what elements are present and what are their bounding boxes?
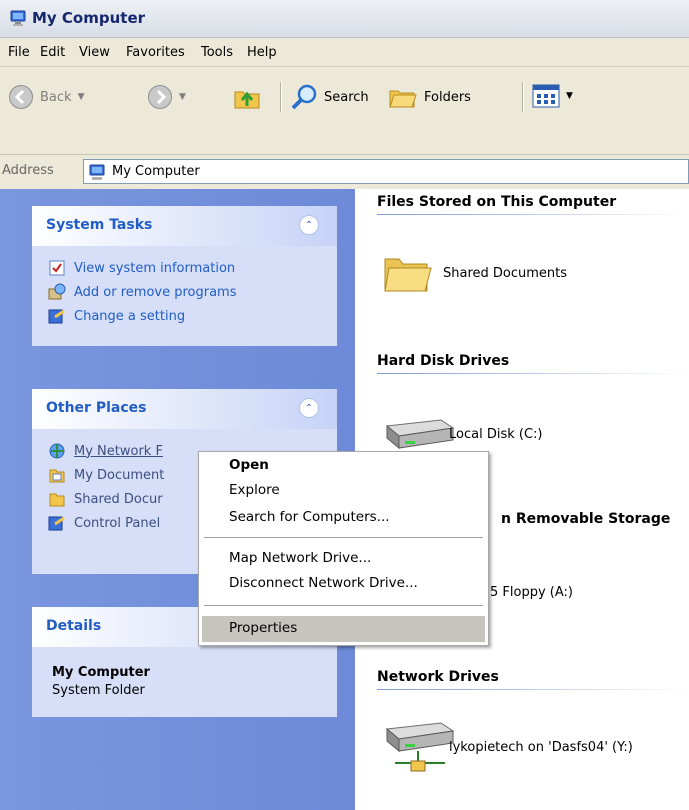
address-bar: Address My Computer: [0, 155, 689, 189]
ctx-disconnect-network-drive[interactable]: Disconnect Network Drive...: [229, 575, 418, 591]
details-item-name: My Computer: [52, 665, 150, 680]
up-folder-button[interactable]: [232, 82, 262, 112]
menu-favorites[interactable]: Favorites: [126, 45, 185, 60]
menu-tools[interactable]: Tools: [201, 45, 233, 60]
shared-folder-icon: [49, 493, 65, 507]
details-item-type: System Folder: [52, 683, 145, 698]
group-network-drives: Network Drives: [377, 669, 499, 685]
add-remove-programs-icon: [48, 283, 66, 300]
place-my-documents[interactable]: My Document: [48, 466, 164, 484]
context-menu: Open Explore Search for Computers... Map…: [198, 451, 489, 646]
ctx-open[interactable]: Open: [229, 457, 269, 473]
system-tasks-panel: System Tasks ⌃ View system information A…: [32, 206, 337, 346]
item-shared-documents[interactable]: Shared Documents: [381, 249, 567, 297]
ctx-map-network-drive[interactable]: Map Network Drive...: [229, 550, 371, 566]
address-input[interactable]: My Computer: [83, 159, 689, 184]
details-title: Details: [46, 618, 102, 634]
title-bar: My Computer: [0, 0, 689, 38]
group-removable-storage: n Removable Storage: [501, 511, 671, 527]
up-folder-icon: [234, 91, 260, 109]
back-button[interactable]: Back ▼: [8, 84, 84, 110]
views-dropdown-icon: ▼: [566, 91, 573, 101]
views-grid-icon: [532, 84, 560, 108]
task-add-remove-programs[interactable]: Add or remove programs: [48, 283, 237, 301]
toolbar: Back ▼ ▼ Search Folders ▼: [0, 67, 689, 155]
place-my-network[interactable]: My Network F: [48, 442, 163, 460]
group-files-stored: Files Stored on This Computer: [377, 194, 617, 210]
item-floppy[interactable]: 5 Floppy (A:): [490, 585, 573, 600]
ctx-search-computers[interactable]: Search for Computers...: [229, 509, 390, 525]
place-control-panel[interactable]: Control Panel: [48, 514, 160, 532]
ctx-properties[interactable]: Properties: [229, 620, 297, 636]
forward-arrow-icon: [148, 85, 172, 109]
my-computer-icon: [89, 164, 105, 180]
system-info-icon: [49, 260, 65, 276]
change-setting-icon: [48, 309, 65, 324]
task-change-setting[interactable]: Change a setting: [48, 307, 185, 325]
place-shared-documents[interactable]: Shared Docur: [48, 490, 163, 508]
back-arrow-icon: [9, 85, 33, 109]
menu-file[interactable]: File: [8, 45, 30, 60]
views-button[interactable]: ▼: [532, 84, 573, 108]
address-value: My Computer: [112, 164, 200, 179]
network-drive-icon: [385, 722, 455, 772]
control-panel-icon: [48, 516, 65, 531]
system-tasks-title: System Tasks: [46, 217, 153, 233]
other-places-header[interactable]: Other Places ⌃: [32, 389, 337, 429]
my-documents-icon: [49, 469, 65, 483]
task-view-system-info[interactable]: View system information: [48, 259, 235, 277]
my-computer-icon: [10, 10, 26, 26]
other-places-title: Other Places: [46, 400, 147, 416]
network-places-icon: [49, 443, 65, 459]
folder-icon: [384, 258, 432, 292]
collapse-chevron-icon[interactable]: ⌃: [299, 215, 319, 235]
back-dropdown-icon: ▼: [77, 92, 85, 102]
ctx-explore[interactable]: Explore: [229, 482, 280, 498]
menu-help[interactable]: Help: [247, 45, 277, 60]
menu-bar: File Edit View Favorites Tools Help: [0, 38, 689, 67]
menu-view[interactable]: View: [79, 45, 110, 60]
group-hard-disks: Hard Disk Drives: [377, 353, 510, 369]
item-network-drive[interactable]: lykopietech on 'Dasfs04' (Y:): [381, 719, 633, 775]
address-label: Address: [2, 163, 54, 178]
hard-disk-icon: [385, 419, 455, 450]
menu-edit[interactable]: Edit: [40, 45, 65, 60]
forward-dropdown-icon: ▼: [179, 92, 186, 102]
folders-icon: [389, 90, 417, 108]
collapse-chevron-icon[interactable]: ⌃: [299, 398, 319, 418]
search-magnifier-icon: [291, 84, 317, 110]
forward-button[interactable]: ▼: [147, 84, 186, 110]
search-button[interactable]: Search: [290, 83, 369, 111]
window-title: My Computer: [32, 9, 146, 27]
item-local-disk[interactable]: Local Disk (C:): [381, 414, 542, 454]
system-tasks-header[interactable]: System Tasks ⌃: [32, 206, 337, 246]
folders-button[interactable]: Folders: [388, 83, 471, 111]
